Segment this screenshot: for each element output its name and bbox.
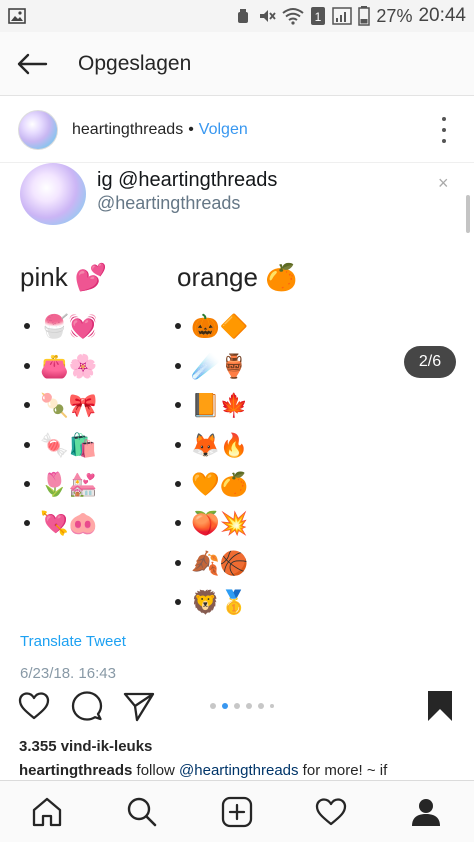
carousel-indicator xyxy=(210,703,274,709)
comment-icon xyxy=(71,691,103,721)
scrollbar xyxy=(466,195,470,233)
orange-title: orange 🍊 xyxy=(177,262,298,292)
list-item: 🦊🔥 xyxy=(175,430,248,460)
mute-icon xyxy=(258,7,277,25)
action-bar xyxy=(0,684,474,730)
list-item: 🍬🛍️ xyxy=(24,430,97,460)
carousel-counter: 2/6 xyxy=(404,346,456,378)
home-icon xyxy=(32,797,62,827)
tweet-display-name: ig @heartingthreads xyxy=(97,169,278,191)
sim-icon: 1 xyxy=(310,6,326,26)
share-button[interactable] xyxy=(121,688,157,724)
list-item: 🍑💥 xyxy=(175,508,248,538)
caption-username[interactable]: heartingthreads xyxy=(19,762,132,779)
list-item: 👛🌸 xyxy=(24,351,97,381)
page-title: Opgeslagen xyxy=(78,51,192,75)
more-options-button[interactable] xyxy=(438,117,450,143)
svg-text:1: 1 xyxy=(315,10,322,24)
carousel-dot xyxy=(246,703,252,709)
battery-icon xyxy=(358,6,371,26)
caption-text-end: for more! ~ if xyxy=(298,762,388,779)
carousel-dot xyxy=(258,703,264,709)
save-button[interactable] xyxy=(422,688,458,724)
separator: • xyxy=(188,120,194,138)
more-vertical-icon xyxy=(442,117,446,121)
share-icon xyxy=(123,692,155,722)
back-button[interactable] xyxy=(0,32,64,96)
list-item: 🌷💒 xyxy=(24,469,97,499)
like-button[interactable] xyxy=(16,688,52,724)
status-bar: 1 27% 20:44 xyxy=(0,0,474,32)
carousel-dot xyxy=(270,704,274,708)
pink-title: pink 💕 xyxy=(20,262,108,292)
profile-icon xyxy=(412,799,440,826)
caption-text: follow xyxy=(132,762,180,779)
signal-icon xyxy=(332,7,353,25)
list-item: 🍧💓 xyxy=(24,311,97,341)
battery-percentage: 27% xyxy=(376,5,413,26)
tweet-handle: @heartingthreads xyxy=(97,193,241,213)
alarm-icon xyxy=(234,7,252,25)
heart-icon xyxy=(18,692,50,720)
caption-mention[interactable]: @heartingthreads xyxy=(179,762,298,779)
list-item: 🦁🥇 xyxy=(175,587,248,617)
carousel-dot xyxy=(210,703,216,709)
carousel-dot xyxy=(234,703,240,709)
add-post-icon xyxy=(221,796,253,828)
bookmark-icon xyxy=(428,691,452,721)
nav-activity[interactable] xyxy=(310,791,352,833)
post-username[interactable]: heartingthreads xyxy=(72,121,183,139)
nav-new-post[interactable] xyxy=(216,791,258,833)
close-icon: × xyxy=(438,173,449,193)
tweet-date: 6/23/18, 16:43 xyxy=(20,665,116,678)
activity-heart-icon xyxy=(315,798,347,826)
comment-button[interactable] xyxy=(69,688,105,724)
clock: 20:44 xyxy=(418,5,466,26)
carousel-dot-active xyxy=(222,703,228,709)
like-count[interactable]: 3.355 vind-ik-leuks xyxy=(19,738,152,755)
list-item: 💘🐽 xyxy=(24,508,97,538)
post-header: heartingthreads • Volgen xyxy=(0,97,474,163)
arrow-left-icon xyxy=(17,53,48,74)
bottom-nav xyxy=(0,780,474,842)
avatar[interactable] xyxy=(18,109,58,150)
caption: heartingthreads follow @heartingthreads … xyxy=(19,762,459,779)
nav-search[interactable] xyxy=(121,791,163,833)
list-item: 🍡🎀 xyxy=(24,390,97,420)
list-item: 🍂🏀 xyxy=(175,548,248,578)
tweet-avatar xyxy=(20,163,86,225)
follow-button[interactable]: Volgen xyxy=(199,121,248,139)
list-item: ☄️🏺 xyxy=(175,351,248,381)
nav-home[interactable] xyxy=(26,791,68,833)
translate-tweet-link: Translate Tweet xyxy=(20,633,126,650)
list-item: 🧡🍊 xyxy=(175,469,248,499)
list-item: 📙🍁 xyxy=(175,390,248,420)
image-icon xyxy=(8,8,26,24)
top-bar: Opgeslagen xyxy=(0,32,474,96)
search-icon xyxy=(127,797,157,827)
post-image[interactable]: ig @heartingthreads @heartingthreads × 2… xyxy=(0,163,474,678)
list-item: 🎃🔶 xyxy=(175,311,248,341)
nav-profile[interactable] xyxy=(405,791,447,833)
wifi-icon xyxy=(282,7,305,25)
